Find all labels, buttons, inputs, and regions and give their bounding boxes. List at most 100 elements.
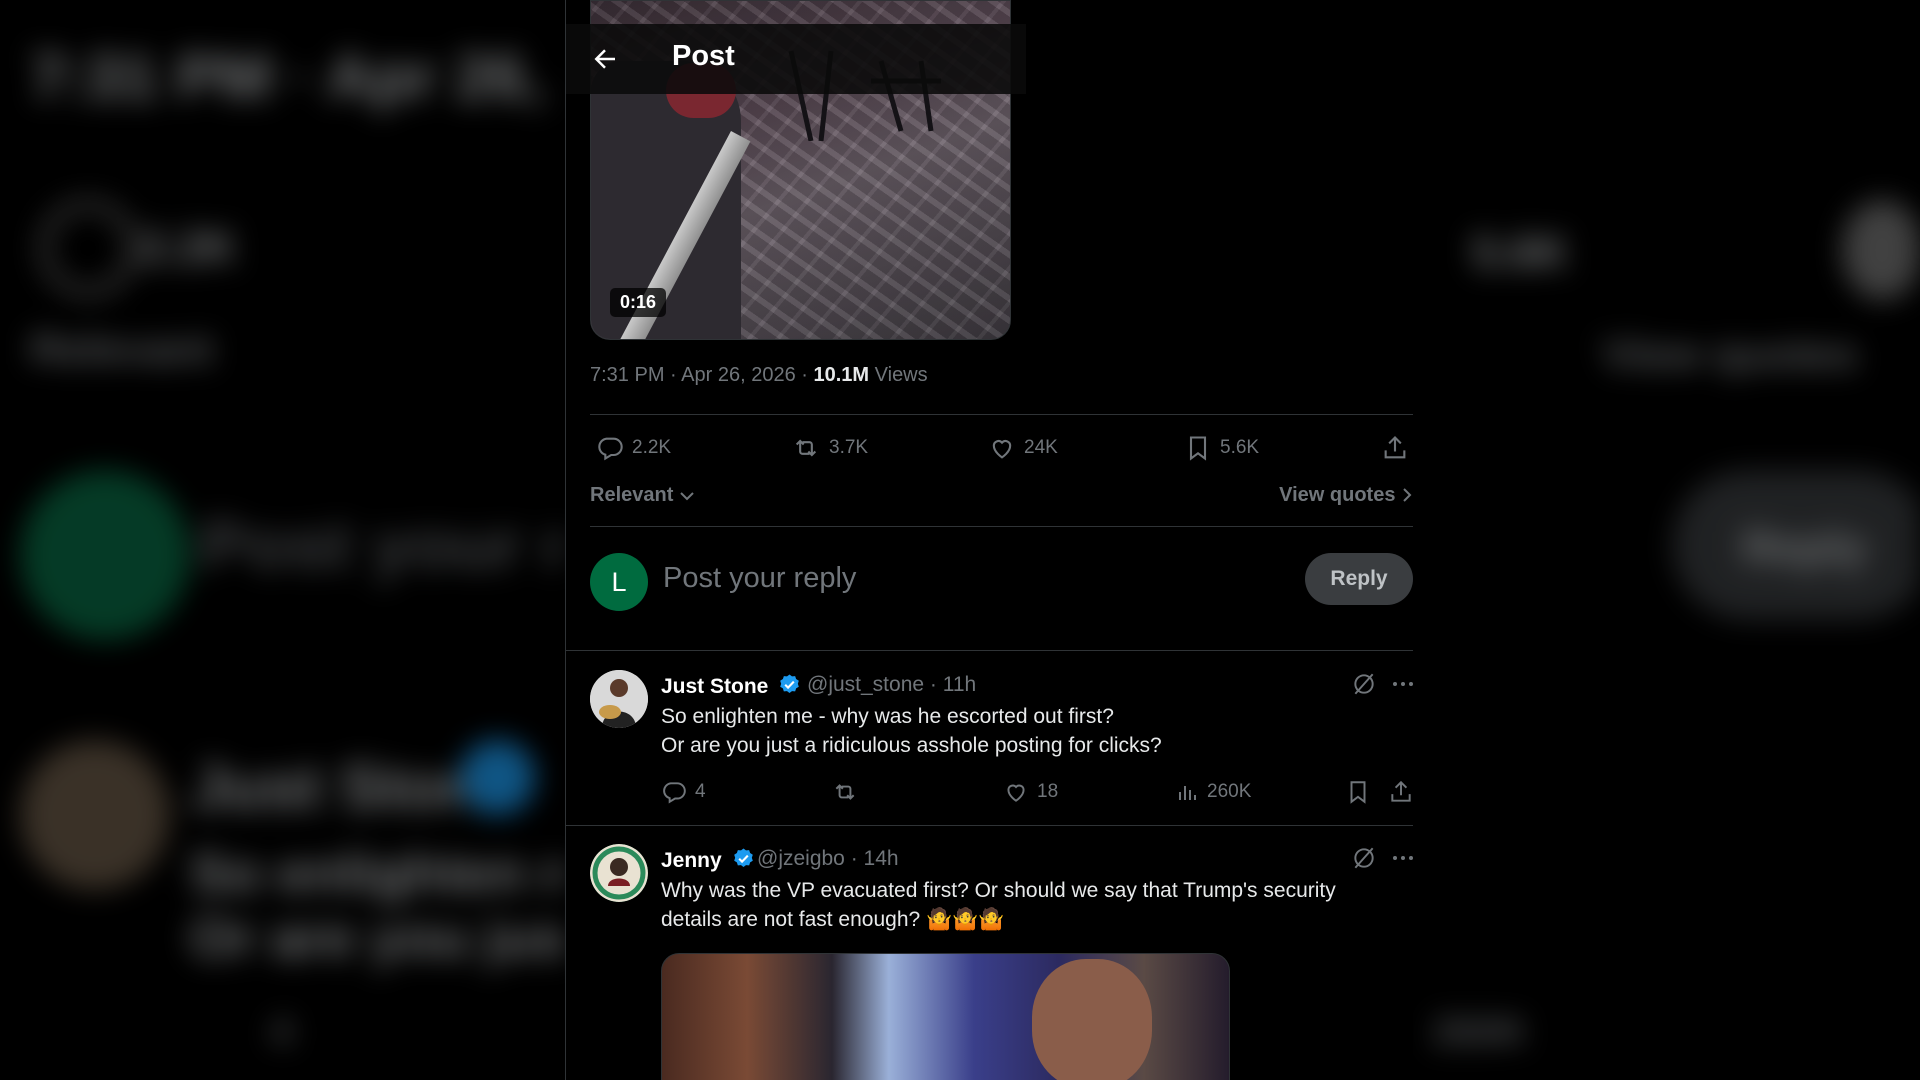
grok-icon: [1354, 673, 1374, 695]
bg-avatar: [20, 470, 190, 640]
repost-action[interactable]: 3.7K: [791, 434, 868, 462]
views-action[interactable]: 260K: [1175, 779, 1251, 805]
share-action[interactable]: [1381, 434, 1409, 462]
reply-author-name[interactable]: Just Stone: [661, 673, 801, 699]
screen: 7:31 PM · Apr 26, 2026 2.2K Relevant Pos…: [0, 0, 1920, 1080]
like-count: 18: [1037, 781, 1059, 802]
sort-dropdown[interactable]: Relevant: [590, 484, 695, 507]
user-photo: [590, 670, 648, 728]
bg-right-views: 260K: [1432, 1010, 1528, 1054]
grok-button[interactable]: [1351, 671, 1377, 702]
bg-small: 4: [270, 1010, 293, 1054]
reply-age: 14h: [863, 847, 899, 870]
reply-action[interactable]: 4: [661, 779, 706, 805]
grok-icon: [1354, 847, 1374, 869]
reply-text-line: Why was the VP evacuated first? Or shoul…: [661, 879, 1336, 902]
composer-avatar[interactable]: L: [590, 553, 648, 611]
like-count: 24K: [1024, 437, 1058, 458]
author-name-text: Just Stone: [661, 675, 769, 698]
share-icon: [1391, 780, 1411, 802]
meta-separator: ·: [670, 364, 682, 386]
view-quotes-link[interactable]: View quotes: [1279, 484, 1413, 507]
repost-action[interactable]: [831, 779, 859, 805]
chevron-down-icon: [680, 492, 694, 501]
bg-verified: [460, 740, 535, 815]
post-date[interactable]: Apr 26, 2026: [681, 364, 796, 386]
page-title: Post: [672, 40, 735, 72]
meta-separator: ·: [801, 364, 814, 386]
post-time[interactable]: 7:31 PM: [590, 364, 664, 386]
sort-label: Relevant: [590, 484, 674, 506]
image-figure: [1032, 959, 1152, 1080]
reply-handle[interactable]: @jzeigbo · 14h: [757, 847, 899, 871]
bg-reply-icon: [40, 200, 136, 296]
share-action[interactable]: [1388, 779, 1413, 805]
blurred-background-right: 5.6K View quotes Reply 260K: [1412, 0, 1920, 1080]
bg-count: 2.2K: [140, 221, 238, 273]
chevron-right-icon: [1403, 488, 1412, 502]
view-quotes-label: View quotes: [1279, 484, 1396, 506]
bookmark-icon: [1189, 436, 1207, 461]
author-name-text: Jenny: [661, 849, 722, 872]
repost-icon: [835, 784, 855, 800]
like-action[interactable]: 18: [1003, 779, 1058, 805]
reply-action[interactable]: 2.2K: [596, 434, 671, 462]
sort-row: Relevant View quotes: [590, 484, 1413, 514]
bg-reply-placeholder: Post your re: [200, 506, 565, 584]
arrow-left-icon: [594, 49, 615, 69]
repost-count: 3.7K: [829, 437, 869, 458]
video-duration: 0:16: [610, 288, 667, 317]
bg-date: 7:31 PM · Apr 26, 2026: [30, 41, 565, 113]
comment-icon: [598, 437, 623, 461]
more-options-button[interactable]: [1391, 671, 1413, 702]
bg-sort: Relevant: [30, 325, 214, 374]
bg-right-reply: Reply: [1742, 521, 1868, 573]
comment-icon: [663, 782, 686, 804]
more-dots-icon: [1393, 682, 1413, 686]
heart-icon: [1007, 784, 1025, 802]
share-icon: [1384, 436, 1406, 459]
reply-author-name[interactable]: Jenny: [661, 847, 755, 873]
views-count: 260K: [1207, 781, 1252, 802]
reply-input[interactable]: Post your reply: [663, 562, 856, 595]
analytics-icon: [1179, 786, 1196, 800]
back-button[interactable]: [590, 44, 620, 74]
post-thread-panel: 0:16 Post 7:31 PM · Apr 26, 2026 · 10.1M…: [565, 0, 1413, 1080]
meta-separator: ·: [929, 673, 943, 696]
divider: [566, 650, 1413, 651]
bookmark-action[interactable]: 5.6K: [1184, 434, 1259, 462]
reply-handle[interactable]: @just_stone · 11h: [807, 673, 976, 697]
avatar[interactable]: [590, 670, 648, 728]
divider: [566, 825, 1413, 826]
reply-text-line: details are not fast enough? 🤷🤷🤷: [661, 908, 1005, 931]
verified-badge-icon: [733, 848, 753, 868]
views-label: Views: [874, 364, 928, 386]
verified-badge-icon: [780, 674, 799, 694]
reply-button[interactable]: Reply: [1305, 553, 1413, 605]
bg-right-quotes: View quotes: [1602, 330, 1858, 379]
reply-text-line: Or are you just a ridiculous asshole pos…: [661, 734, 1162, 757]
reply-age: 11h: [942, 673, 977, 696]
handle-text: @just_stone: [807, 673, 925, 696]
bg-right-count: 5.6K: [1472, 226, 1570, 278]
reply-text-line: So enlighten me - why was he escorted ou…: [661, 705, 1114, 728]
grok-button[interactable]: [1351, 845, 1377, 876]
more-dots-icon: [1393, 856, 1413, 860]
heart-icon: [992, 440, 1012, 459]
bg-right-share: [1842, 200, 1920, 300]
reply-count: 4: [695, 781, 706, 802]
like-action[interactable]: 24K: [988, 434, 1058, 462]
divider: [590, 414, 1413, 415]
bookmark-count: 5.6K: [1220, 437, 1260, 458]
user-photo: [590, 844, 648, 902]
bookmark-icon: [1350, 781, 1366, 804]
bg-line2: Or are you just a: [190, 906, 565, 969]
bg-user-avatar: [20, 740, 170, 890]
repost-icon: [795, 439, 817, 457]
bookmark-action[interactable]: [1345, 779, 1371, 805]
avatar[interactable]: [590, 844, 648, 902]
reply-attached-image[interactable]: [661, 953, 1230, 1080]
handle-text: @jzeigbo: [757, 847, 845, 870]
views-count: 10.1M: [813, 364, 870, 386]
more-options-button[interactable]: [1391, 845, 1413, 876]
